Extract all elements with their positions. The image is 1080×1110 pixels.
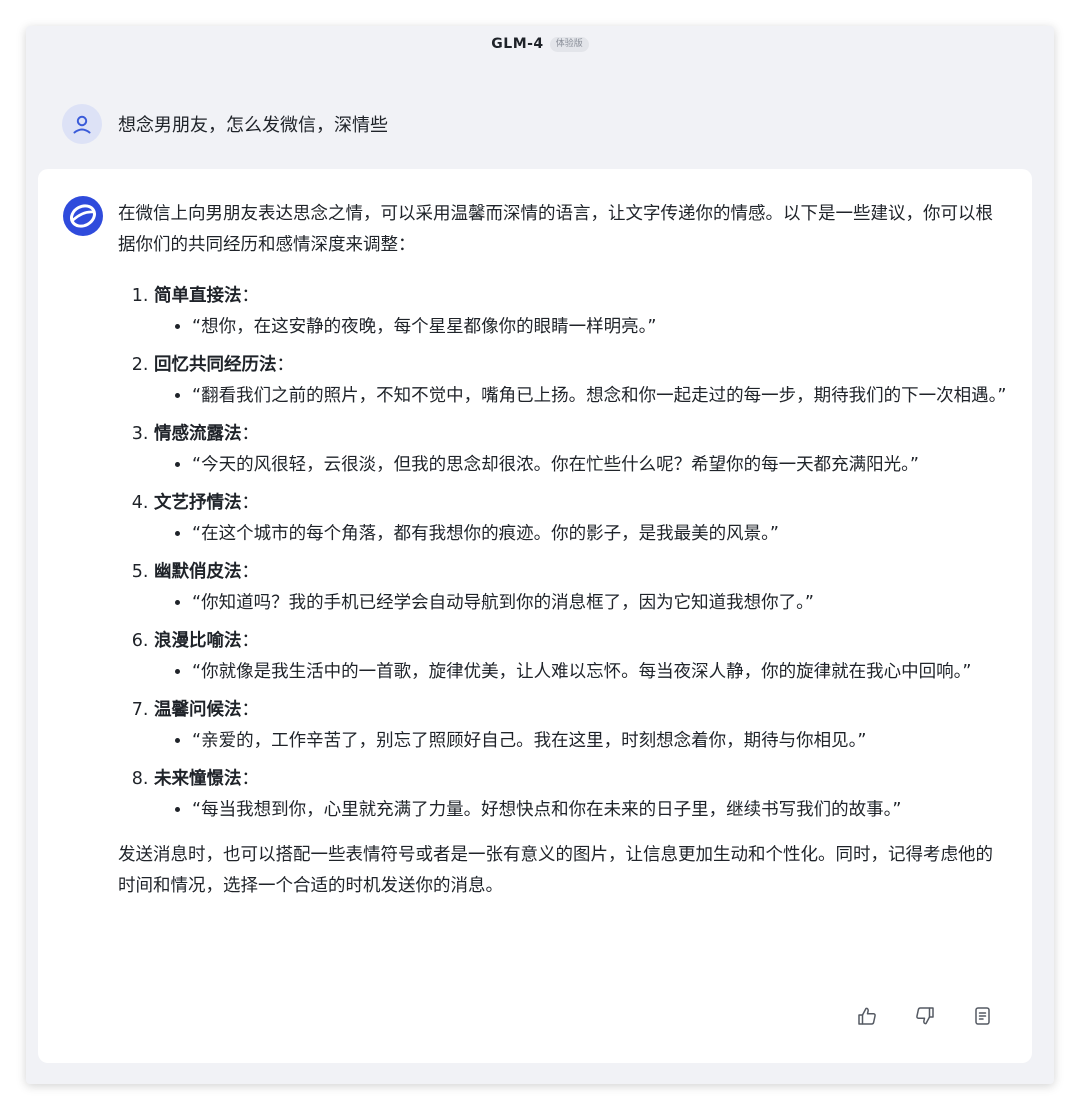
list-item: 回忆共同经历法： “翻看我们之前的照片，不知不觉中，嘴角已上扬。想念和你一起走过… (154, 350, 1008, 412)
suggestion-list: 简单直接法： “想你，在这安静的夜晚，每个星星都像你的眼睛一样明亮。” 回忆共同… (118, 281, 1008, 826)
copy-icon[interactable] (970, 1003, 996, 1029)
message-actions (854, 1003, 996, 1029)
item-example: “今天的风很轻，云很淡，但我的思念却很浓。你在忙些什么呢？希望你的每一天都充满阳… (192, 450, 1008, 481)
header: GLM-4 体验版 (26, 34, 1054, 54)
assistant-message-card: 在微信上向男朋友表达思念之情，可以采用温馨而深情的语言，让文字传递你的情感。以下… (38, 169, 1032, 1063)
list-item: 温馨问候法： “亲爱的，工作辛苦了，别忘了照顾好自己。我在这里，时刻想念着你，期… (154, 695, 1008, 757)
assistant-message-body: 在微信上向男朋友表达思念之情，可以采用温馨而深情的语言，让文字传递你的情感。以下… (118, 199, 1008, 902)
item-example: “每当我想到你，心里就充满了力量。好想快点和你在未来的日子里，继续书写我们的故事… (192, 795, 1008, 826)
item-example: “你知道吗？我的手机已经学会自动导航到你的消息框了，因为它知道我想你了。” (192, 588, 1008, 619)
item-title: 简单直接法 (154, 286, 242, 306)
answer-outro: 发送消息时，也可以搭配一些表情符号或者是一张有意义的图片，让信息更加生动和个性化… (118, 845, 993, 896)
thumbs-up-icon[interactable] (854, 1003, 880, 1029)
item-example: “想你，在这安静的夜晚，每个星星都像你的眼睛一样明亮。” (192, 312, 1008, 343)
user-avatar-icon (62, 104, 102, 144)
list-item: 未来憧憬法： “每当我想到你，心里就充满了力量。好想快点和你在未来的日子里，继续… (154, 764, 1008, 826)
item-example: “你就像是我生活中的一首歌，旋律优美，让人难以忘怀。每当夜深人静，你的旋律就在我… (192, 657, 1008, 688)
list-item: 情感流露法： “今天的风很轻，云很淡，但我的思念却很浓。你在忙些什么呢？希望你的… (154, 419, 1008, 481)
chat-window: GLM-4 体验版 想念男朋友，怎么发微信，深情些 在微信上向男朋友表达思念之情… (26, 26, 1054, 1084)
list-item: 幽默俏皮法： “你知道吗？我的手机已经学会自动导航到你的消息框了，因为它知道我想… (154, 557, 1008, 619)
item-title: 幽默俏皮法 (154, 562, 242, 582)
answer-intro: 在微信上向男朋友表达思念之情，可以采用温馨而深情的语言，让文字传递你的情感。以下… (118, 204, 993, 255)
list-item: 浪漫比喻法： “你就像是我生活中的一首歌，旋律优美，让人难以忘怀。每当夜深人静，… (154, 626, 1008, 688)
item-title: 浪漫比喻法 (154, 631, 242, 651)
item-title: 情感流露法 (154, 424, 242, 444)
item-example: “在这个城市的每个角落，都有我想你的痕迹。你的影子，是我最美的风景。” (192, 519, 1008, 550)
item-title: 回忆共同经历法 (154, 355, 277, 375)
model-title: GLM-4 (491, 36, 544, 52)
item-title: 未来憧憬法 (154, 769, 242, 789)
item-example: “亲爱的，工作辛苦了，别忘了照顾好自己。我在这里，时刻想念着你，期待与你相见。” (192, 726, 1008, 757)
item-title: 文艺抒情法 (154, 493, 242, 513)
glm-logo-icon (62, 195, 104, 237)
list-item: 简单直接法： “想你，在这安静的夜晚，每个星星都像你的眼睛一样明亮。” (154, 281, 1008, 343)
thumbs-down-icon[interactable] (912, 1003, 938, 1029)
item-title: 温馨问候法 (154, 700, 242, 720)
user-message: 想念男朋友，怎么发微信，深情些 (62, 104, 388, 144)
item-example: “翻看我们之前的照片，不知不觉中，嘴角已上扬。想念和你一起走过的每一步，期待我们… (192, 381, 1008, 412)
user-message-text: 想念男朋友，怎么发微信，深情些 (118, 115, 388, 136)
list-item: 文艺抒情法： “在这个城市的每个角落，都有我想你的痕迹。你的影子，是我最美的风景… (154, 488, 1008, 550)
version-badge: 体验版 (549, 36, 589, 52)
